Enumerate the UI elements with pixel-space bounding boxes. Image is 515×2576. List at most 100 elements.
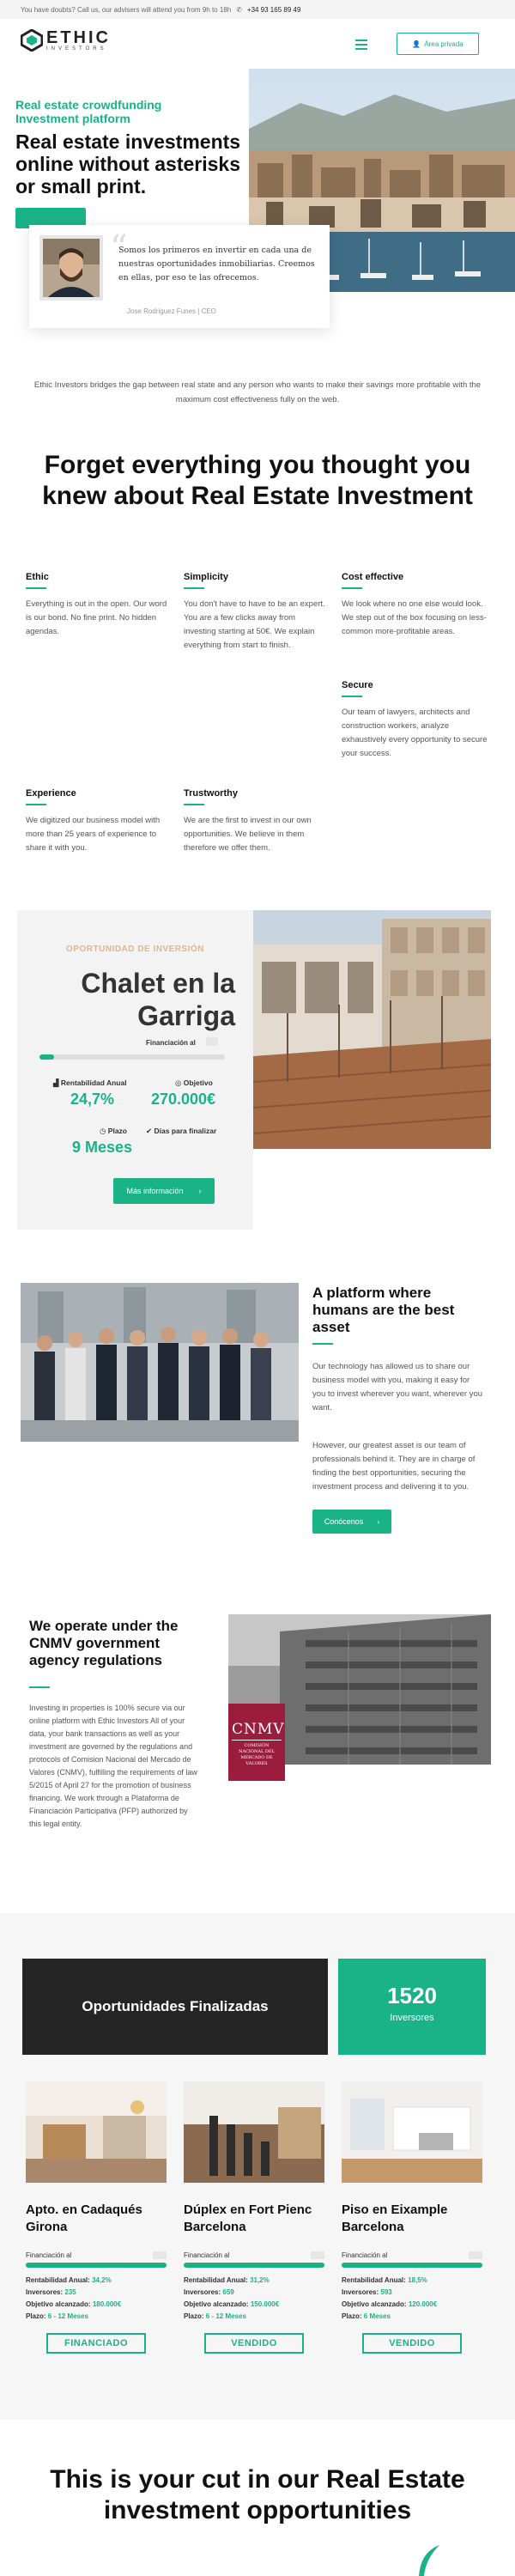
property-term: Plazo: 6 - 12 Meses bbox=[26, 2312, 88, 2320]
property-financing: Financiación al bbox=[342, 2251, 482, 2259]
property-title: Dúplex en Fort Pienc Barcelona bbox=[184, 2202, 312, 2234]
feature-trustworthy: Trustworthy We are the first to invest i… bbox=[184, 788, 330, 855]
property-image bbox=[26, 2081, 167, 2183]
opportunity-label: OPORTUNIDAD DE INVERSIÓN bbox=[66, 945, 204, 954]
property-objective: Objetivo alcanzado: 120.000€ bbox=[342, 2300, 438, 2308]
chart-icon: ▟ bbox=[53, 1078, 59, 1087]
financing-track bbox=[39, 1054, 225, 1060]
more-info-button[interactable]: Más información › bbox=[113, 1178, 215, 1204]
investors-count: 1520 bbox=[387, 1983, 437, 2008]
check-icon: ✔ bbox=[146, 1127, 153, 1135]
hero-tagline: Real estate crowdfunding Investment plat… bbox=[15, 98, 162, 125]
target-icon: ◎ bbox=[175, 1078, 182, 1087]
financing-percent bbox=[206, 1037, 218, 1046]
forget-title: Forget everything you thought you knew a… bbox=[42, 451, 473, 510]
property-card[interactable]: Apto. en Cadaqués Girona Financiación al… bbox=[26, 2081, 167, 2354]
ceo-avatar bbox=[39, 235, 103, 301]
menu-icon[interactable] bbox=[355, 39, 367, 50]
property-card[interactable]: Dúplex en Fort Pienc Barcelona Financiac… bbox=[184, 2081, 324, 2354]
days-stat-label: ✔ Días para finalizar bbox=[146, 1127, 217, 1135]
divider bbox=[29, 1686, 50, 1688]
feature-text: Our team of lawyers, architects and cons… bbox=[342, 708, 488, 758]
cnmv-title: We operate under the CNMV government age… bbox=[29, 1618, 179, 1668]
cnmv-logo: CNMV COMISIÓN NACIONAL DEL MERCADO DE VA… bbox=[228, 1704, 285, 1781]
term-stat-label: ◷ Plazo bbox=[100, 1127, 127, 1135]
more-info-label: Más información bbox=[126, 1187, 184, 1195]
phone-icon: ✆ bbox=[236, 5, 242, 14]
feature-text: We look where no one else would look. We… bbox=[342, 599, 487, 636]
hero-title: Real estate investments online without a… bbox=[15, 131, 241, 197]
ceo-quote: Somos los primeros en invertir en cada u… bbox=[118, 246, 315, 283]
property-rent: Rentabilidad Anual: 31,2% bbox=[184, 2276, 270, 2284]
property-rent: Rentabilidad Anual: 18,5% bbox=[342, 2276, 427, 2284]
logo[interactable]: ETHIC INVESTORS bbox=[21, 29, 111, 52]
property-financing-bar bbox=[26, 2263, 167, 2268]
feature-ethic: Ethic Everything is out in the open. Our… bbox=[26, 572, 172, 639]
logo-title: ETHIC bbox=[46, 28, 111, 47]
arrow-right-icon: › bbox=[377, 1517, 380, 1526]
cnmv-logo-text: CNMV bbox=[232, 1721, 285, 1738]
clock-icon: ◷ bbox=[100, 1127, 106, 1135]
about-us-label: Conócenos bbox=[324, 1517, 364, 1526]
feature-cost-effective: Cost effective We look where no one else… bbox=[342, 572, 488, 639]
feature-text: We digitized our business model with mor… bbox=[26, 816, 161, 853]
ceo-quote-card: “ Somos los primeros en invertir en cada… bbox=[29, 225, 330, 328]
ceo-quote-author: Jose Rodriguez Funes | CEO bbox=[127, 307, 216, 315]
property-status-button[interactable]: VENDIDO bbox=[204, 2333, 304, 2354]
team-photo bbox=[21, 1283, 299, 1442]
private-area-button[interactable]: 👤 Área privada bbox=[397, 33, 479, 55]
finished-title: Oportunidades Finalizadas bbox=[22, 1959, 328, 2055]
cut-title: This is your cut in our Real Estate inve… bbox=[50, 2465, 465, 2524]
objective-stat-label: ◎ Objetivo bbox=[175, 1078, 213, 1087]
feature-title: Ethic bbox=[26, 572, 49, 582]
feature-text: We are the first to invest in our own op… bbox=[184, 816, 312, 853]
feature-simplicity: Simplicity You don't have to have to be … bbox=[184, 572, 330, 653]
site-header: ETHIC INVESTORS 👤 Área privada bbox=[0, 19, 515, 69]
opportunity-card: OPORTUNIDAD DE INVERSIÓN Chalet en la Ga… bbox=[17, 910, 253, 1230]
financing-fill bbox=[39, 1054, 55, 1060]
feature-title: Secure bbox=[342, 680, 373, 690]
feature-text: Everything is out in the open. Our word … bbox=[26, 599, 167, 636]
property-financing: Financiación al bbox=[26, 2251, 167, 2259]
topbar: You have doubts? Call us, our advisers w… bbox=[0, 0, 515, 19]
feature-title: Simplicity bbox=[184, 572, 228, 582]
property-status-button[interactable]: FINANCIADO bbox=[46, 2333, 146, 2354]
platform-text-1: Our technology has allowed us to share o… bbox=[312, 1362, 483, 1413]
investors-count-label: Inversores bbox=[390, 2013, 434, 2023]
about-us-button[interactable]: Conócenos › bbox=[312, 1510, 391, 1534]
feature-experience: Experience We digitized our business mod… bbox=[26, 788, 172, 855]
property-financing-bar bbox=[184, 2263, 324, 2268]
property-term: Plazo: 6 - 12 Meses bbox=[184, 2312, 246, 2320]
feature-title: Trustworthy bbox=[184, 788, 238, 799]
cnmv-text: Investing in properties is 100% secure v… bbox=[29, 1704, 197, 1828]
feature-title: Cost effective bbox=[342, 572, 404, 582]
opportunity-image bbox=[253, 910, 491, 1149]
rent-stat-label: ▟ Rentabilidad Anual bbox=[53, 1078, 127, 1087]
term-stat-value: 9 Meses bbox=[72, 1139, 133, 1156]
property-title: Apto. en Cadaqués Girona bbox=[26, 2202, 142, 2234]
property-term: Plazo: 6 Meses bbox=[342, 2312, 391, 2320]
feature-title: Experience bbox=[26, 788, 76, 799]
user-icon: 👤 bbox=[412, 39, 421, 48]
logo-subtitle: INVESTORS bbox=[46, 46, 107, 52]
feature-secure: Secure Our team of lawyers, architects a… bbox=[342, 680, 488, 761]
leaf-icon bbox=[419, 2545, 439, 2576]
property-investors: Inversores: 659 bbox=[184, 2288, 234, 2296]
opportunity-title: Chalet en la Garriga bbox=[81, 968, 235, 1031]
platform-title: A platform where humans are the best ass… bbox=[312, 1285, 455, 1335]
property-financing: Financiación al bbox=[184, 2251, 324, 2259]
objective-stat-value: 270.000€ bbox=[151, 1091, 216, 1108]
property-investors: Inversores: 235 bbox=[26, 2288, 76, 2296]
cnmv-logo-subtitle: COMISIÓN NACIONAL DEL MERCADO DE VALORES bbox=[239, 1743, 275, 1766]
property-rent: Rentabilidad Anual: 34,2% bbox=[26, 2276, 112, 2284]
property-card[interactable]: Piso en Eixample Barcelona Financiación … bbox=[342, 2081, 482, 2354]
property-status-button[interactable]: VENDIDO bbox=[362, 2333, 462, 2354]
intro-text: Ethic Investors bridges the gap between … bbox=[33, 380, 482, 404]
property-investors: Inversores: 593 bbox=[342, 2288, 392, 2296]
platform-text-2: However, our greatest asset is our team … bbox=[312, 1441, 476, 1492]
property-title: Piso en Eixample Barcelona bbox=[342, 2202, 448, 2234]
rent-stat-value: 24,7% bbox=[70, 1091, 115, 1108]
topbar-phone[interactable]: +34 93 165 89 49 bbox=[247, 6, 301, 14]
private-area-label: Área privada bbox=[424, 39, 464, 48]
property-image bbox=[184, 2081, 324, 2183]
